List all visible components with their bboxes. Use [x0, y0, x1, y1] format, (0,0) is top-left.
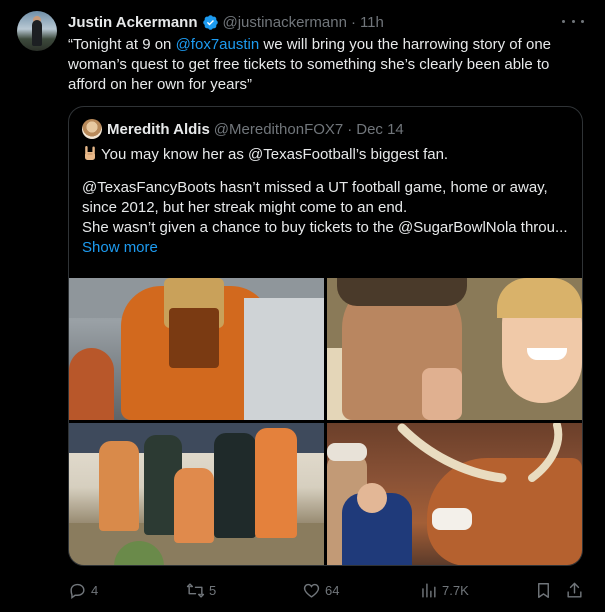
bookmark-button[interactable] — [534, 578, 553, 602]
quoted-text-line-3: since 2012, but her streak might come to… — [82, 199, 408, 216]
views-chart-icon — [422, 582, 436, 598]
reply-button[interactable]: 4 — [68, 578, 98, 602]
tweet-text-start: “Tonight at 9 on — [68, 36, 176, 53]
show-more-link[interactable]: Show more — [82, 238, 572, 258]
media-grid — [69, 278, 582, 565]
quoted-text-line-2: @TexasFancyBoots hasn’t missed a UT foot… — [82, 179, 548, 196]
quoted-tweet-date[interactable]: Dec 14 — [356, 121, 404, 138]
repost-icon — [186, 582, 205, 598]
quoted-tweet-text: You may know her as @TexasFootball’s big… — [82, 145, 572, 258]
reply-count: 4 — [91, 582, 99, 598]
media-photo-2[interactable] — [327, 278, 582, 420]
media-photo-4[interactable] — [327, 423, 582, 565]
tweet-actions: 4 5 64 7.7K — [68, 578, 583, 602]
avatar-figure — [32, 20, 42, 46]
share-button[interactable] — [565, 578, 584, 602]
reply-icon — [70, 583, 85, 599]
longhorn-horns-icon — [397, 423, 563, 483]
author-name[interactable]: Justin Ackermann — [68, 14, 198, 31]
verified-badge-icon — [202, 14, 218, 30]
tweet[interactable]: Justin Ackermann @justinackermann · 11h … — [0, 0, 605, 612]
quoted-author-avatar[interactable] — [82, 119, 102, 139]
tweet-time[interactable]: 11h — [360, 14, 384, 31]
quoted-tweet-header: Meredith Aldis @MeredithonFOX7 · Dec 14 — [107, 120, 404, 138]
author-handle[interactable]: @justinackermann — [223, 14, 347, 31]
tweet-mention-link[interactable]: @fox7austin — [176, 36, 260, 53]
header-separator: · — [350, 13, 356, 31]
bookmark-icon — [538, 582, 549, 598]
author-avatar[interactable] — [17, 11, 57, 51]
heart-icon — [303, 583, 320, 598]
quoted-text-line-1-text: You may know her as @TexasFootball’s big… — [101, 146, 449, 163]
quoted-author-handle[interactable]: @MeredithonFOX7 — [214, 121, 343, 138]
quoted-text-line-1: You may know her as @TexasFootball’s big… — [82, 145, 572, 165]
views-count: 7.7K — [442, 582, 469, 598]
tweet-text: “Tonight at 9 on @fox7austin we will bri… — [68, 35, 578, 95]
quoted-tweet[interactable]: Meredith Aldis @MeredithonFOX7 · Dec 14 … — [68, 106, 583, 566]
views-button[interactable]: 7.7K — [419, 578, 469, 602]
quoted-text-line-4: She wasn’t given a chance to buy tickets… — [82, 219, 568, 236]
media-photo-3[interactable] — [69, 423, 324, 565]
quoted-author-name[interactable]: Meredith Aldis — [107, 121, 210, 138]
horns-hand-icon — [85, 146, 95, 160]
share-icon — [567, 582, 582, 598]
repost-count: 5 — [209, 582, 217, 598]
more-options-icon[interactable] — [562, 12, 584, 30]
tweet-header: Justin Ackermann @justinackermann · 11h — [68, 12, 384, 32]
quoted-header-separator: · — [347, 120, 353, 138]
like-button[interactable]: 64 — [302, 578, 339, 602]
like-count: 64 — [325, 582, 340, 598]
media-photo-1[interactable] — [69, 278, 324, 420]
repost-button[interactable]: 5 — [186, 578, 216, 602]
